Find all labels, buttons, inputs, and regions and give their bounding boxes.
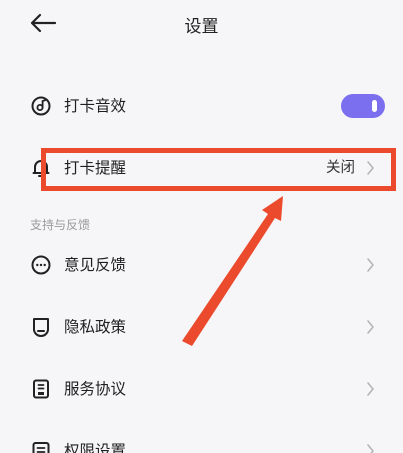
chevron-right-icon [367, 382, 374, 396]
privacy-label: 隐私政策 [64, 318, 127, 336]
setting-row-reminder[interactable]: 打卡提醒 关闭 [0, 146, 403, 190]
chevron-right-icon [367, 258, 374, 272]
permissions-label: 权限设置 [64, 442, 127, 453]
chevron-right-icon [367, 444, 374, 453]
support-item-terms[interactable]: 服务协议 [0, 367, 403, 411]
page-title: 设置 [184, 17, 219, 37]
chevron-right-icon [367, 320, 374, 334]
music-note-icon [31, 96, 51, 116]
support-item-feedback[interactable]: 意见反馈 [0, 243, 403, 287]
support-item-permissions[interactable]: 权限设置 [0, 429, 403, 453]
permissions-icon [32, 442, 50, 453]
support-item-privacy[interactable]: 隐私政策 [0, 305, 403, 349]
section-title-support: 支持与反馈 [30, 218, 91, 232]
reminder-value: 关闭 [326, 160, 355, 176]
feedback-label: 意见反馈 [64, 256, 127, 274]
bell-icon [32, 160, 50, 177]
document-icon [33, 379, 49, 399]
privacy-shield-icon [33, 318, 49, 338]
chat-bubble-icon [31, 255, 51, 275]
reminder-label: 打卡提醒 [64, 159, 127, 177]
sound-toggle[interactable] [341, 94, 385, 118]
sound-label: 打卡音效 [64, 97, 127, 115]
chevron-right-icon [367, 161, 374, 175]
top-bar: 设置 [0, 0, 403, 50]
terms-label: 服务协议 [64, 380, 127, 398]
toggle-knob [372, 100, 377, 112]
settings-screen: 设置 打卡音效 打卡提醒 关闭 支持与反馈 意见反馈 隐私政策 服务协议 权限设… [0, 0, 403, 453]
